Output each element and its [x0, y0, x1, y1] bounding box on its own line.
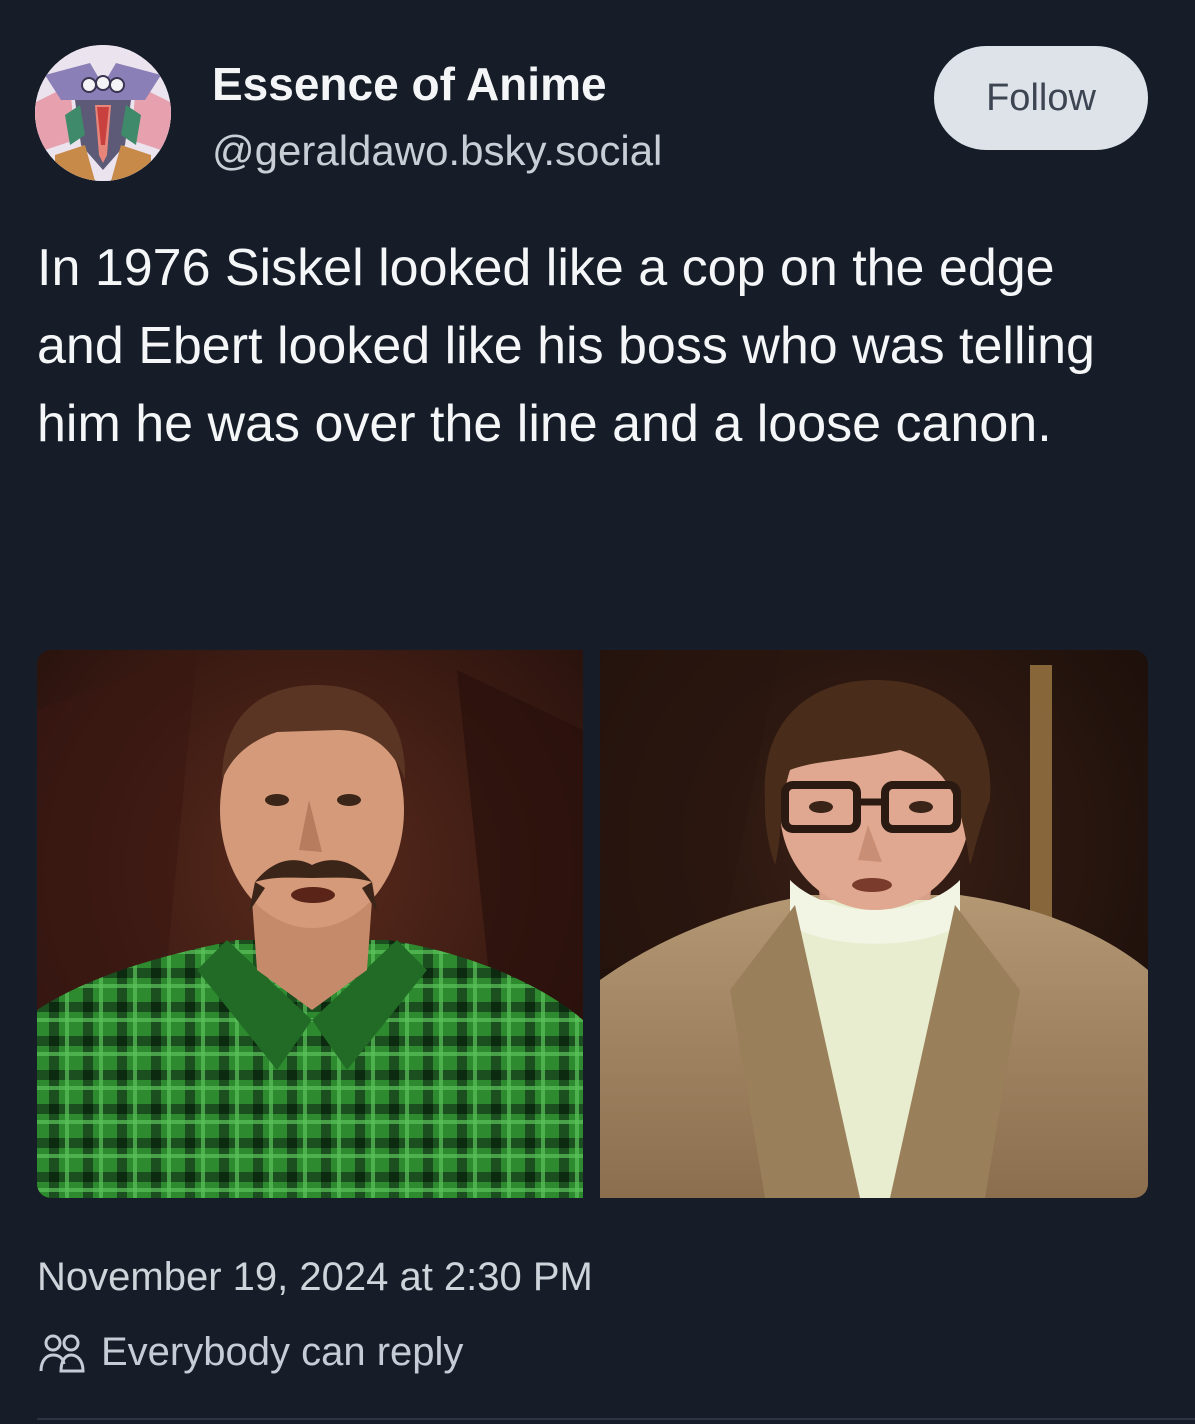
author-avatar[interactable] — [35, 45, 171, 181]
follow-button-label: Follow — [986, 76, 1096, 119]
photo-man-plaid-shirt-mustache-icon — [37, 650, 583, 1198]
post-image-2[interactable] — [600, 650, 1148, 1198]
anime-mecha-avatar-icon — [35, 45, 171, 181]
reply-setting-label: Everybody can reply — [101, 1330, 464, 1374]
post-text: In 1976 Siskel looked like a cop on the … — [37, 239, 1095, 453]
follow-button[interactable]: Follow — [934, 46, 1148, 150]
reply-setting[interactable]: Everybody can reply — [37, 1330, 463, 1375]
divider — [37, 1418, 1195, 1420]
photo-man-glasses-tweed-jacket-icon — [600, 650, 1148, 1198]
author-display-name[interactable]: Essence of Anime — [212, 57, 607, 111]
post-image-1[interactable] — [37, 650, 583, 1198]
post-timestamp[interactable]: November 19, 2024 at 2:30 PM — [37, 1255, 593, 1300]
author-handle[interactable]: @geraldawo.bsky.social — [212, 127, 662, 175]
people-icon — [39, 1334, 85, 1372]
